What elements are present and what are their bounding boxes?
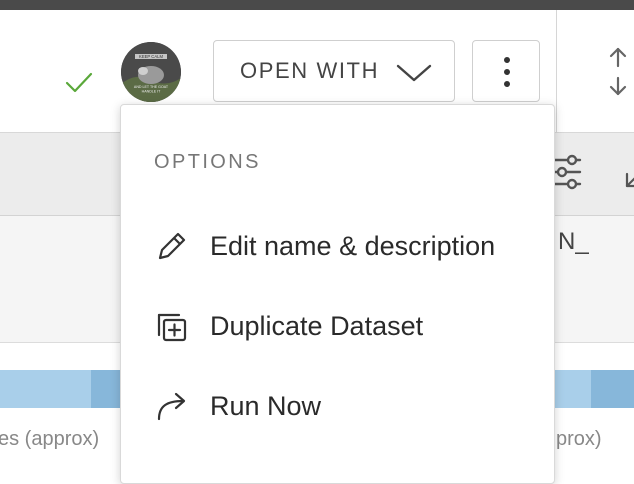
kebab-icon — [504, 57, 510, 63]
pencil-icon — [158, 232, 186, 260]
filter-settings-icon[interactable] — [550, 150, 584, 194]
options-menu: OPTIONS Edit name & description Duplicat… — [120, 104, 555, 484]
check-icon — [65, 72, 93, 93]
menu-item-label: Run Now — [210, 391, 322, 421]
menu-heading: OPTIONS — [154, 151, 261, 173]
sort-arrows-icon[interactable] — [605, 46, 631, 98]
avatar-image: KEEP CALM AND LET THE GOAT HANDLE IT — [121, 42, 181, 102]
column-name[interactable]: N_ — [558, 228, 589, 256]
menu-item-edit-name[interactable]: Edit name & description — [121, 213, 554, 273]
avatar-caption-3: HANDLE IT — [142, 90, 162, 94]
avatar-caption-2: AND LET THE GOAT — [134, 85, 169, 89]
menu-item-run-now[interactable]: Run Now — [121, 373, 554, 433]
redo-arrow-icon — [157, 392, 186, 421]
distribution-bar-segment — [591, 370, 634, 408]
expand-icon[interactable] — [622, 168, 634, 192]
menu-item-label: Duplicate Dataset — [210, 311, 424, 341]
open-with-button[interactable]: OPEN WITH — [213, 40, 455, 102]
distinct-values-label: es (approx) — [0, 428, 100, 450]
duplicate-icon — [157, 313, 187, 342]
top-strip — [0, 0, 634, 10]
chevron-down-icon — [396, 64, 432, 82]
open-with-label: OPEN WITH — [240, 58, 380, 83]
menu-item-label: Edit name & description — [210, 231, 496, 261]
avatar-caption: KEEP CALM — [139, 54, 163, 59]
more-options-button[interactable] — [472, 40, 540, 102]
distinct-values-label: prox) — [556, 428, 602, 450]
avatar[interactable]: KEEP CALM AND LET THE GOAT HANDLE IT — [121, 42, 181, 102]
menu-item-duplicate-dataset[interactable]: Duplicate Dataset — [121, 293, 554, 353]
